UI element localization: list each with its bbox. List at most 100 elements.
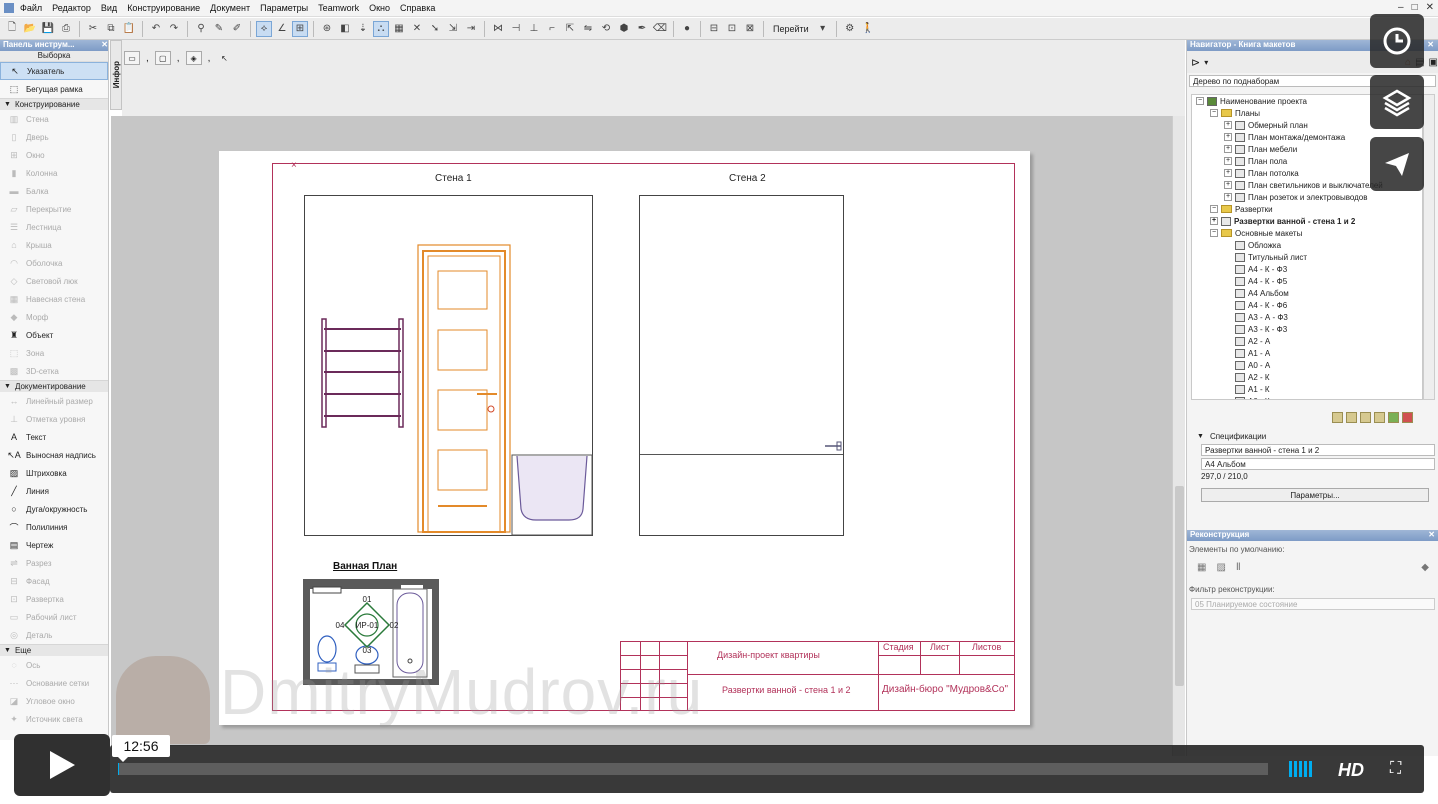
drawing-selection-icon[interactable]: ▭ (124, 51, 140, 65)
tree-node[interactable]: А4 - К - Ф3 (1192, 263, 1422, 275)
tool-design-6[interactable]: ☰ Лестница (0, 218, 108, 236)
rotated-selection-icon[interactable]: ◈ (185, 51, 202, 65)
close-icon[interactable]: ✕ (1428, 530, 1435, 541)
intersect-icon[interactable]: ⊥ (526, 21, 542, 37)
paint-icon[interactable]: ✒ (634, 21, 650, 37)
tree-node[interactable]: Титульный лист (1192, 251, 1422, 263)
walk-icon[interactable]: 🚶 (860, 21, 876, 37)
tree-node[interactable]: А4 - К - Ф5 (1192, 275, 1422, 287)
vertical-scrollbar[interactable] (1172, 116, 1185, 756)
tool-doc-4[interactable]: ▨ Штриховка (0, 464, 108, 482)
volume-icon[interactable] (1289, 761, 1312, 777)
tool-pointer[interactable]: ↖ Указатель (0, 62, 108, 80)
expand-icon[interactable]: + (1224, 133, 1232, 141)
info-box-tab[interactable]: Инфор (110, 40, 122, 110)
tree-node[interactable]: А0 - К (1192, 395, 1422, 399)
find-select-icon[interactable]: ⚲ (193, 21, 209, 37)
video-progress[interactable] (118, 763, 1268, 775)
new-icon[interactable]: Ⅱ (1236, 562, 1241, 573)
expand-icon[interactable]: − (1196, 97, 1204, 105)
wall1-elevation[interactable] (304, 195, 593, 536)
tool-design-5[interactable]: ▱ Перекрытие (0, 200, 108, 218)
rotate-icon[interactable]: ⟲ (598, 21, 614, 37)
tree-node[interactable]: + Развертки ванной - стена 1 и 2 (1192, 215, 1422, 227)
hd-toggle[interactable]: HD (1338, 760, 1364, 781)
floor-plan-icon[interactable]: ⊟ (706, 21, 722, 37)
expand-icon[interactable]: + (1224, 181, 1232, 189)
tool-design-2[interactable]: ⊞ Окно (0, 146, 108, 164)
redo-icon[interactable]: ↷ (166, 21, 182, 37)
scrollbar-thumb[interactable] (1175, 486, 1184, 686)
tool-design-3[interactable]: ▮ Колонна (0, 164, 108, 182)
settings-icon[interactable] (1388, 412, 1399, 423)
expand-icon[interactable]: + (1224, 145, 1232, 153)
tree-node[interactable]: + План розеток и электровыводов (1192, 191, 1422, 203)
tree-node[interactable]: А3 - А - Ф3 (1192, 311, 1422, 323)
rectangle-selection-icon[interactable]: ▢ (154, 51, 171, 65)
expand-icon[interactable]: + (1224, 193, 1232, 201)
render-icon[interactable]: ● (679, 21, 695, 37)
tool-design-14[interactable]: ▩ 3D-сетка (0, 362, 108, 380)
close-icon[interactable]: ✕ (101, 40, 108, 51)
tool-doc-5[interactable]: ╱ Линия (0, 482, 108, 500)
tool-doc-10[interactable]: ⊟ Фасад (0, 572, 108, 590)
offset-icon[interactable]: ⇥ (463, 21, 479, 37)
fillet-icon[interactable]: ⌐ (544, 21, 560, 37)
eyedropper-icon[interactable]: ✎ (211, 21, 227, 37)
suspend-groups-icon[interactable]: ⛬ (373, 20, 389, 37)
expand-icon[interactable]: + (1224, 121, 1232, 129)
demolish-icon[interactable]: ▨ (1216, 562, 1225, 573)
play-button[interactable] (14, 734, 110, 796)
tool-design-4[interactable]: ▬ Балка (0, 182, 108, 200)
tree-node[interactable]: А4 Альбом (1192, 287, 1422, 299)
tool-more-1[interactable]: ⋯ Основание сетки (0, 674, 108, 692)
grid-snap-icon[interactable]: ⊞ (292, 20, 308, 37)
tree-node[interactable]: А2 - А (1192, 335, 1422, 347)
chevron-down-icon[interactable]: ▾ (815, 21, 831, 37)
menu-window[interactable]: Окно (369, 3, 390, 13)
undo-icon[interactable]: ↶ (148, 21, 164, 37)
print-icon[interactable]: ⎙ (58, 21, 74, 37)
tree-node[interactable]: А1 - К (1192, 383, 1422, 395)
tool-more-3[interactable]: ✦ Источник света (0, 710, 108, 728)
syringe-icon[interactable]: ✐ (229, 21, 245, 37)
delete-icon[interactable] (1374, 412, 1385, 423)
tool-doc-2[interactable]: A Текст (0, 428, 108, 446)
watch-later-button[interactable] (1370, 14, 1424, 68)
tool-doc-6[interactable]: ○ Дуга/окружность (0, 500, 108, 518)
tool-design-1[interactable]: ▯ Дверь (0, 128, 108, 146)
menu-file[interactable]: Файл (20, 3, 42, 13)
close-icon[interactable]: ✕ (1426, 2, 1434, 13)
menu-design[interactable]: Конструирование (127, 3, 200, 13)
tool-doc-3[interactable]: ↖A Выносная надпись (0, 446, 108, 464)
mirror-icon[interactable]: ⇋ (580, 21, 596, 37)
eraser-icon[interactable]: ⌫ (652, 21, 668, 37)
tool-design-0[interactable]: ▥ Стена (0, 110, 108, 128)
section-documentation[interactable]: ▼ Документирование (0, 380, 108, 392)
minimize-icon[interactable]: – (1398, 2, 1404, 13)
params-button[interactable]: Параметры... (1201, 488, 1429, 502)
tool-design-10[interactable]: ▦ Навесная стена (0, 290, 108, 308)
wall2-elevation[interactable] (639, 195, 844, 536)
arrow-tool-icon[interactable]: ➘ (427, 21, 443, 37)
teamwork-icon[interactable]: ⚙ (842, 21, 858, 37)
expand-icon[interactable]: − (1210, 229, 1218, 237)
chevron-down-icon[interactable]: ▾ (1204, 58, 1208, 67)
tree-node[interactable]: А1 - А (1192, 347, 1422, 359)
spec-name-field[interactable]: Развертки ванной - стена 1 и 2 (1201, 444, 1435, 456)
tool-doc-12[interactable]: ▭ Рабочий лист (0, 608, 108, 626)
maximize-icon[interactable]: □ (1412, 2, 1418, 13)
view-3d-icon[interactable]: ⊡ (724, 21, 740, 37)
tool-doc-1[interactable]: ⊥ Отметка уровня (0, 410, 108, 428)
tool-more-2[interactable]: ◪ Угловое окно (0, 692, 108, 710)
tree-node[interactable]: Обложка (1192, 239, 1422, 251)
tool-design-8[interactable]: ◠ Оболочка (0, 254, 108, 272)
tool-design-9[interactable]: ◇ Световой люк (0, 272, 108, 290)
tool-more-0[interactable]: ◌ Ось (0, 656, 108, 674)
filter-dropdown[interactable]: 05 Планируемое состояние (1191, 598, 1435, 610)
navigator-mode-icon[interactable]: ⊳ (1191, 56, 1200, 69)
tree-node[interactable]: А3 - К - Ф3 (1192, 323, 1422, 335)
goto-button[interactable]: Перейти (769, 24, 813, 34)
tree-node[interactable]: А4 - К - Ф6 (1192, 299, 1422, 311)
share-button[interactable] (1370, 137, 1424, 191)
